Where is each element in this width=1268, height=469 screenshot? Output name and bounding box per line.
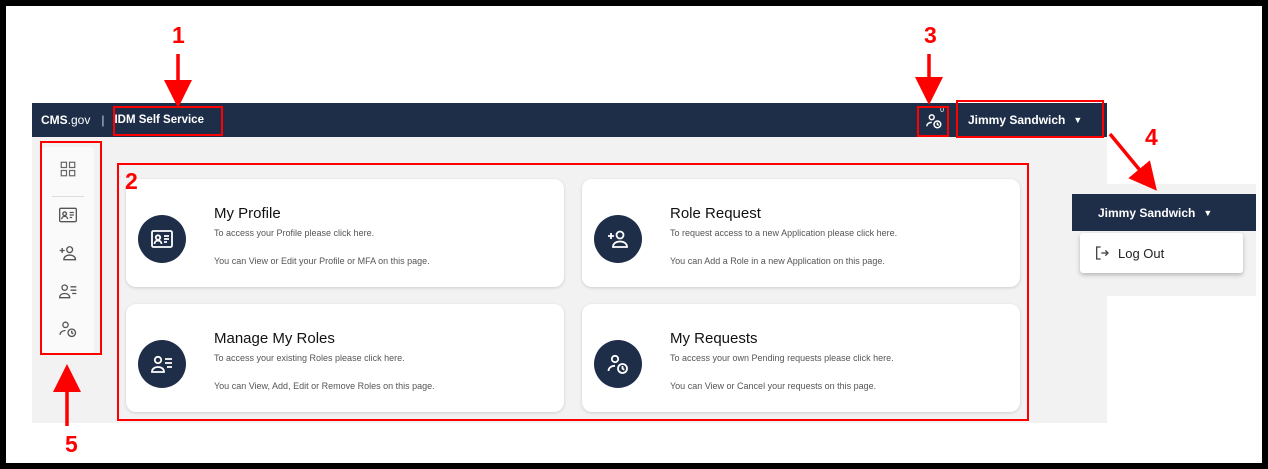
annotation-arrows — [53, 54, 1157, 426]
arrow-4 — [1108, 132, 1157, 191]
screenshot-canvas: CMS.gov | IDM Self Service 0 Jimmy Sandw… — [6, 6, 1262, 463]
